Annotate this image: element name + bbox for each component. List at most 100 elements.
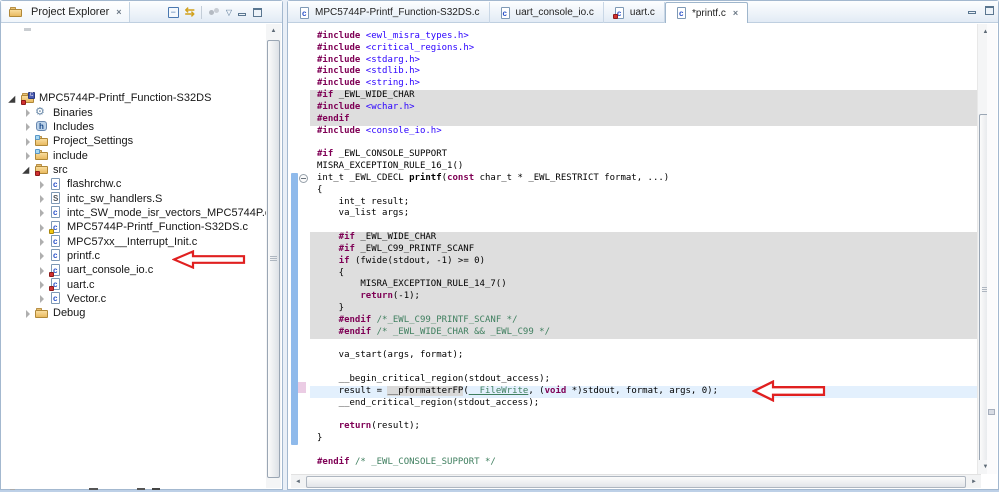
tree-item-label: flashrchw.c [67,178,122,191]
tree-item-MPC5744P-Printf_Function-S32DS.c[interactable]: c MPC5744P-Printf_Function-S32DS.c [2,220,262,234]
code-line: __end_critical_region(stdout_access); [317,397,540,408]
expand-arrow-icon[interactable] [38,294,47,304]
minimize-icon[interactable] [238,8,247,17]
expand-arrow-icon[interactable] [24,151,33,161]
expand-arrow-icon[interactable] [24,137,33,146]
editor-tab-MPC5744P-Printf_Function-S32DS.c[interactable]: c MPC5744P-Printf_Function-S32DS.c [289,2,490,23]
code-line: #if _EWL_CONSOLE_SUPPORT [317,149,448,160]
collapse-all-icon[interactable]: − [167,6,179,18]
expand-arrow-icon[interactable] [38,180,47,189]
code-line: __begin_critical_region(stdout_access); [317,374,550,385]
gutter-change-marker [298,382,306,393]
code-line: { [310,267,977,280]
tree-item-Binaries[interactable]: ⚙ Binaries [2,105,262,119]
code-line: va_start(args, format); [317,350,464,361]
code-line: #if _EWL_WIDE_CHAR [310,90,977,102]
fold-collapse-icon[interactable] [299,174,308,183]
tree-item-src[interactable]: src [2,163,262,177]
tree-item-label: uart_console_io.c [67,264,154,277]
editor-tab-printf.c[interactable]: c *printf.c × [664,2,749,23]
expand-arrow-icon[interactable] [24,309,33,318]
code-line: #include <stdarg.h> [317,54,420,65]
maximize-icon[interactable] [985,6,994,15]
overview-marker[interactable] [988,409,995,415]
expand-arrow-icon[interactable] [38,251,47,261]
tree-item-intc_SW_mode_isr_vectors_MPC5744P.c[interactable]: c intc_SW_mode_isr_vectors_MPC5744P.c [2,206,270,220]
c-project-icon: C [21,91,35,105]
editor-window-buttons [968,6,994,15]
tree-item-label: src [53,163,68,176]
scrollbar-thumb[interactable] [306,476,966,488]
tree-item-label: MPC5744P-Printf_Function-S32DS.c [67,221,248,234]
c-file-icon: c [298,6,310,19]
code-line: result = __pformatterFP(__FileWrite, (vo… [310,385,977,398]
tree-item-label: MPC57xx__Interrupt_Init.c [67,235,198,248]
cutoff-glyph [137,488,145,490]
scroll-left-icon[interactable]: ◄ [291,475,305,488]
tree-item-MPC5744P-Printf_Function-S32DS[interactable]: C MPC5744P-Printf_Function-S32DS [2,91,262,105]
code-line: return(result); [338,421,420,432]
expand-arrow-icon[interactable] [38,266,47,275]
editor-tab-uart_console_io.c[interactable]: c uart_console_io.c [490,2,604,23]
tree-item-intc_sw_handlers.S[interactable]: Sintc_sw_handlers.S [2,191,262,205]
tree-item-Project_Settings[interactable]: Project_Settings [2,134,262,148]
project-explorer-toolbar: − ⇆ ▽ [167,4,262,20]
folder-settings-icon [35,134,49,148]
code-line: #include <wchar.h> [310,101,977,114]
expand-arrow-icon[interactable] [24,165,33,174]
c-file-icon: c [49,177,63,191]
tree-item-Includes[interactable]: h Includes [2,120,262,134]
code-line: MISRA_EXCEPTION_RULE_14_7() [310,279,977,292]
maximize-icon[interactable] [253,7,262,17]
expand-arrow-icon[interactable] [38,237,47,247]
code-line: MISRA_EXCEPTION_RULE_16_1() [317,161,464,172]
expand-arrow-icon[interactable] [38,194,47,204]
tree-item-uart.c[interactable]: c uart.c [2,277,262,292]
expand-arrow-icon[interactable] [24,108,33,118]
dropdown-menu-icon[interactable]: ▽ [226,8,232,17]
expand-arrow-icon[interactable] [10,94,19,103]
c-file-icon: c [49,206,63,219]
tree-item-label: Includes [53,120,94,133]
expand-arrow-icon[interactable] [38,208,47,218]
minimize-icon[interactable] [968,6,977,15]
view-menu-icon[interactable] [208,7,220,17]
editor-hscrollbar: ◄ ► [291,474,981,488]
editor-tab-uart.c[interactable]: c uart.c [604,2,665,23]
scroll-up-icon[interactable]: ▲ [266,24,281,38]
tab-project-explorer[interactable]: Project Explorer × [2,2,130,22]
tree-item-label: Debug [53,307,86,320]
code-line: int_t _EWL_CDECL printf(const char_t * _… [317,172,670,183]
tree-item-flashrchw.c[interactable]: c flashrchw.c [2,177,262,191]
tree-item-label: Project_Settings [53,135,134,148]
close-icon[interactable]: × [116,7,121,17]
code-editor[interactable]: #include <ewl_misra_types.h> #include <cr… [310,31,977,469]
editor-tab-label: uart.c [629,7,655,18]
editor-header: c MPC5744P-Printf_Function-S32DS.c c uart_c… [288,1,998,23]
includes-icon: h [35,120,49,133]
tree-item-label: intc_SW_mode_isr_vectors_MPC5744P.c [67,206,271,219]
cutoff-glyph [89,488,98,490]
folder-icon [35,307,49,320]
c-file-icon: c [49,292,63,305]
code-line: #endif /* _EWL_WIDE_CHAR && _EWL_C99 */ [310,326,977,339]
folder-src-error-icon [35,163,49,177]
scrollbar-thumb[interactable] [267,40,280,478]
expand-arrow-icon[interactable] [38,223,47,232]
code-line: va_list args; [317,208,410,219]
tree-item-include[interactable]: include [2,148,262,162]
c-file-warning-icon: c [49,220,63,234]
tree-item-Debug[interactable]: Debug [2,306,262,320]
close-icon[interactable]: × [733,8,738,18]
tree-item-MPC57xx__Interrupt_Init.c[interactable]: c MPC57xx__Interrupt_Init.c [2,234,262,248]
c-file-icon: c [675,7,687,19]
link-with-editor-icon[interactable]: ⇆ [185,6,195,18]
expand-arrow-icon[interactable] [24,122,33,132]
project-tree: C MPC5744P-Printf_Function-S32DS ⚙ Binaries… [2,91,270,321]
folder-settings-icon [35,149,49,162]
expand-arrow-icon[interactable] [38,280,47,290]
tree-item-Vector.c[interactable]: c Vector.c [2,292,262,306]
scroll-right-icon[interactable]: ► [967,475,981,488]
